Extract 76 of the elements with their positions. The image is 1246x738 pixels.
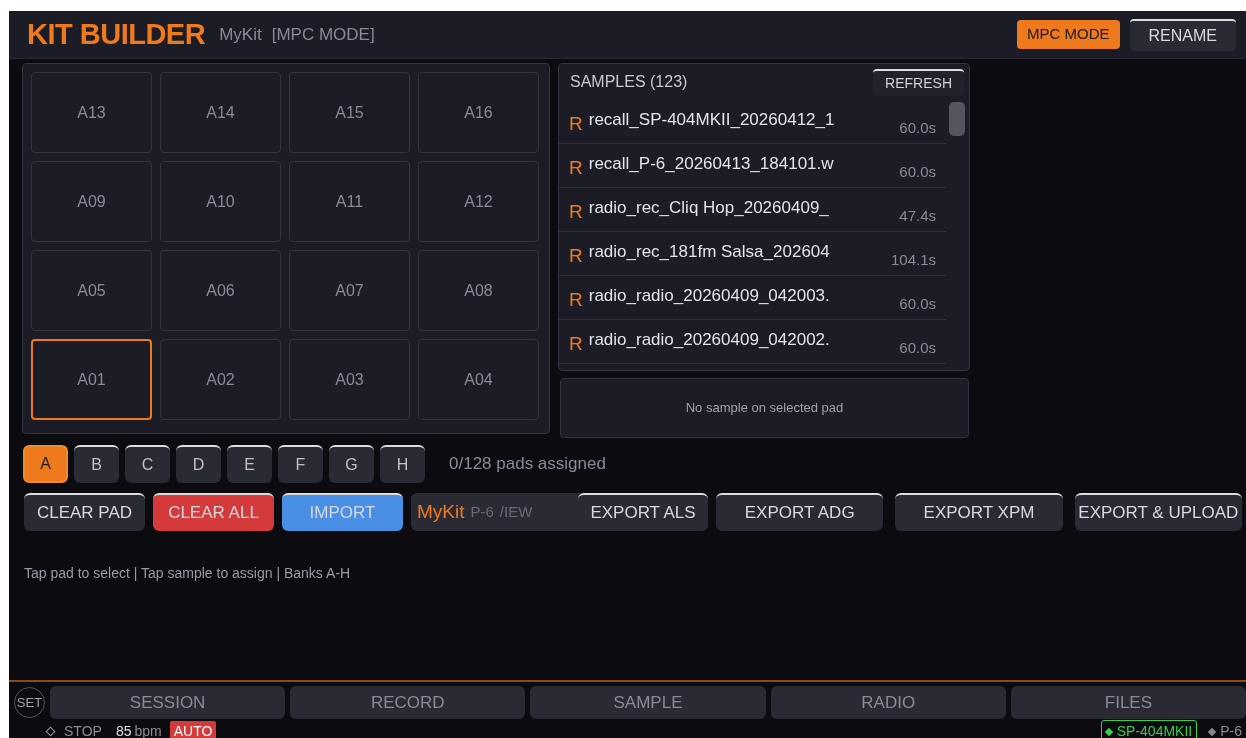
- sample-name: recall_SP-404MKII_20260412_1: [588, 108, 835, 131]
- sample-name: radio_rec_181fm Salsa_202604: [588, 240, 830, 263]
- sample-duration: 60.0s: [899, 294, 936, 315]
- nav-tab[interactable]: FILES: [1010, 686, 1246, 719]
- sample-duration: 104.1s: [890, 250, 936, 271]
- auto-badge: AUTO: [169, 721, 217, 738]
- sample-type-label: R: [569, 244, 583, 269]
- pad-button[interactable]: A03: [289, 339, 410, 420]
- pad-button[interactable]: A10: [160, 161, 281, 242]
- bank-button[interactable]: G: [329, 445, 374, 483]
- pad-button[interactable]: A13: [31, 72, 152, 153]
- clear-pad-button[interactable]: CLEAR PAD: [24, 493, 145, 531]
- bank-button[interactable]: B: [74, 445, 119, 483]
- sample-duration: 60.0s: [899, 162, 936, 183]
- hint-text: Tap pad to select | Tap sample to assign | Banks A-H: [23, 564, 352, 583]
- pad-info-message: No sample on selected pad: [560, 378, 969, 438]
- pad-button[interactable]: A07: [289, 250, 410, 331]
- pad-button[interactable]: A12: [418, 161, 539, 242]
- pad-button[interactable]: A15: [289, 72, 410, 153]
- scrollbar-thumb[interactable]: [949, 102, 965, 136]
- pad-button[interactable]: A01: [31, 339, 152, 420]
- bank-button[interactable]: D: [176, 445, 221, 483]
- sample-duration: 47.4s: [899, 206, 936, 227]
- page-title: KIT BUILDER: [27, 16, 206, 52]
- sample-type-label: R: [569, 200, 583, 225]
- pad-button[interactable]: A04: [418, 339, 539, 420]
- sample-type-label: R: [569, 156, 583, 181]
- sample-type-label: R: [569, 332, 583, 357]
- device-indicator[interactable]: P-6: [1205, 721, 1246, 738]
- mode-toggle-button[interactable]: MPC MODE: [1017, 20, 1120, 49]
- bank-button[interactable]: E: [227, 445, 272, 483]
- pad-button[interactable]: A02: [160, 339, 281, 420]
- nav-tab[interactable]: SAMPLE: [530, 686, 766, 719]
- rename-button[interactable]: RENAME: [1129, 18, 1236, 51]
- device-label: /IEW: [499, 501, 533, 522]
- sample-name: radio_rec_Cliq Hop_20260409_: [588, 196, 829, 219]
- overlay-kit-name: MyKit: [417, 499, 465, 524]
- device-name: P-6: [1220, 722, 1242, 738]
- device-indicator[interactable]: SP-404MKII: [1100, 720, 1198, 738]
- export-button[interactable]: EXPORT ALS: [578, 493, 708, 531]
- transport-state-icon: [45, 726, 56, 737]
- sample-type-label: R: [569, 112, 583, 137]
- tempo-unit: bpm: [134, 722, 162, 738]
- pad-button[interactable]: A16: [418, 72, 539, 153]
- bank-button[interactable]: C: [125, 445, 170, 483]
- sample-name: radio_radio_20260409_042002.: [588, 328, 830, 351]
- nav-tab[interactable]: SESSION: [50, 686, 286, 719]
- kit-name: MyKit: [219, 23, 262, 46]
- nav-tab[interactable]: RADIO: [770, 686, 1006, 719]
- sample-name: recall_P-6_20260413_184101.w: [588, 152, 834, 175]
- bank-button[interactable]: H: [380, 445, 425, 483]
- clear-all-button[interactable]: CLEAR ALL: [153, 493, 274, 531]
- device-name: SP-404MKII: [1116, 722, 1193, 738]
- pad-button[interactable]: A08: [418, 250, 539, 331]
- device-label: P-6: [470, 501, 494, 522]
- sample-type-label: R: [569, 288, 583, 313]
- sample-name: radio_radio_20260409_042003.: [588, 284, 830, 307]
- refresh-button[interactable]: REFRESH: [873, 68, 964, 96]
- export-button[interactable]: EXPORT XPM: [895, 493, 1063, 531]
- nav-tab[interactable]: RECORD: [290, 686, 526, 719]
- transport-state: STOP: [64, 722, 102, 738]
- sample-duration: 60.0s: [899, 118, 936, 139]
- pads-assigned-count: 0/128 pads assigned: [449, 453, 606, 476]
- mode-label: [MPC MODE]: [271, 23, 375, 46]
- pad-button[interactable]: A11: [289, 161, 410, 242]
- sample-duration: 60.0s: [899, 338, 936, 359]
- bank-button[interactable]: F: [278, 445, 323, 483]
- export-button[interactable]: EXPORT & UPLOAD: [1074, 493, 1242, 531]
- bank-button[interactable]: A: [23, 445, 68, 483]
- pad-button[interactable]: A09: [31, 161, 152, 242]
- pad-button[interactable]: A05: [31, 250, 152, 331]
- pad-button[interactable]: A14: [160, 72, 281, 153]
- pad-button[interactable]: A06: [160, 250, 281, 331]
- samples-title: SAMPLES (123): [570, 72, 688, 92]
- tempo-value: 85: [115, 722, 132, 738]
- export-button[interactable]: EXPORT ADG: [716, 493, 884, 531]
